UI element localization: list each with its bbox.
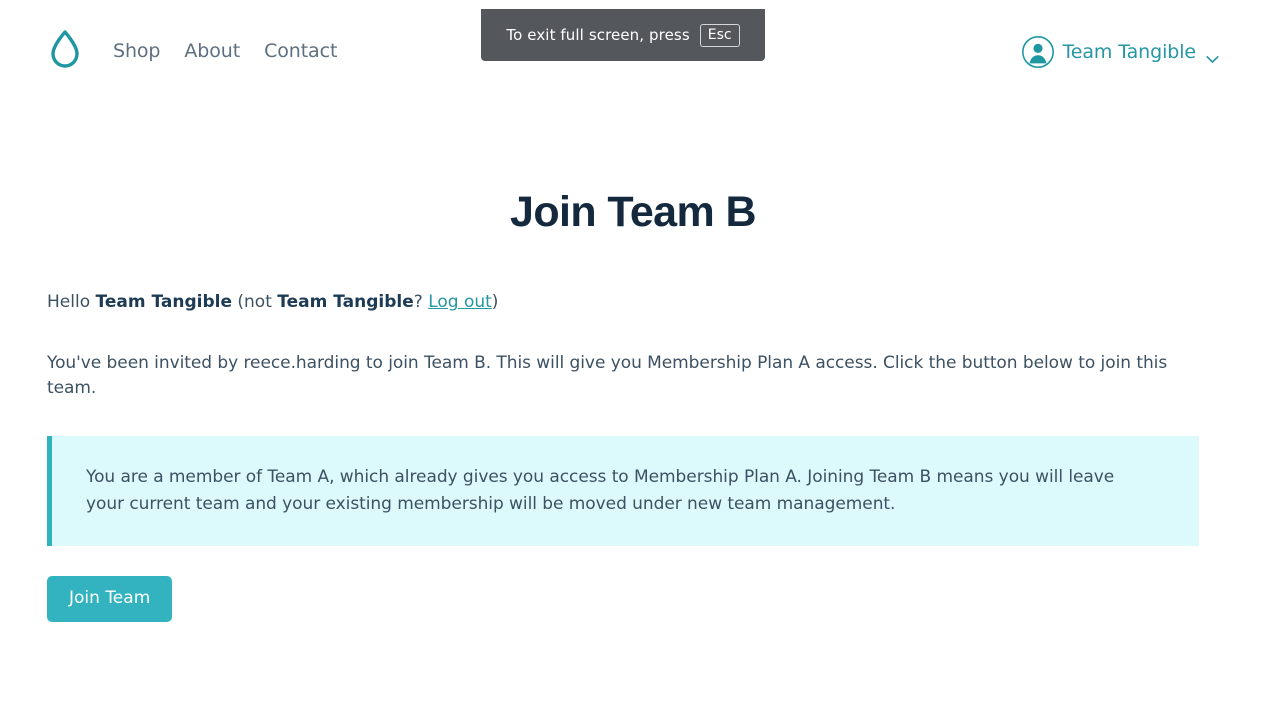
greeting-user-name: Team Tangible xyxy=(95,292,232,312)
greeting-not-prefix: (not xyxy=(231,292,278,312)
esc-key-badge: Esc xyxy=(699,23,740,47)
greeting-hello-prefix: Hello xyxy=(47,292,96,312)
header-left-group: Shop About Contact xyxy=(47,29,349,73)
fullscreen-banner-text: To exit full screen, press xyxy=(506,26,690,44)
nav-item-shop[interactable]: Shop xyxy=(101,40,172,62)
greeting-not-user-name: Team Tangible xyxy=(277,292,414,312)
main-content: Join Team B Hello Team Tangible (not Tea… xyxy=(0,103,1266,622)
site-logo[interactable] xyxy=(47,29,83,73)
greeting-question-mark: ? xyxy=(413,292,429,312)
user-avatar-icon xyxy=(1021,35,1054,68)
page-title: Join Team B xyxy=(510,188,756,236)
nav-item-about[interactable]: About xyxy=(172,40,252,62)
join-team-button[interactable]: Join Team xyxy=(47,575,173,622)
greeting-line: Hello Team Tangible (not Team Tangible? … xyxy=(47,237,1219,316)
user-menu[interactable]: Team Tangible xyxy=(1021,35,1219,68)
fullscreen-exit-banner: To exit full screen, press Esc xyxy=(481,9,765,61)
notice-text: You are a member of Team A, which alread… xyxy=(86,466,1115,514)
water-droplet-icon xyxy=(47,27,83,75)
main-navigation: Shop About Contact xyxy=(101,40,349,62)
nav-item-contact[interactable]: Contact xyxy=(252,40,349,62)
chevron-down-icon xyxy=(1206,49,1219,63)
user-menu-name: Team Tangible xyxy=(1062,40,1197,63)
invitation-text: You've been invited by reece.harding to … xyxy=(47,352,1168,399)
greeting-suffix: ) xyxy=(491,292,499,312)
logout-link[interactable]: Log out xyxy=(428,292,492,312)
existing-membership-notice: You are a member of Team A, which alread… xyxy=(47,435,1199,546)
